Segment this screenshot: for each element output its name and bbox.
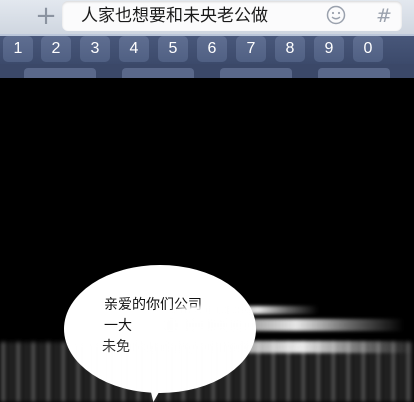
number-key[interactable]: 9 [314,36,344,62]
letter-key-row [0,64,414,78]
plus-button[interactable]: + [33,2,59,30]
number-key[interactable]: 0 [353,36,383,62]
speed-line [168,306,318,314]
number-key-row: 1 2 3 4 5 6 7 8 9 0 [0,36,414,64]
number-key[interactable]: 6 [197,36,227,62]
message-input[interactable]: 人家也想要和未央老公做 # [62,1,402,31]
speed-line [134,319,404,331]
hashtag-button[interactable]: # [373,4,395,28]
number-key[interactable]: 3 [80,36,110,62]
chat-input-bar: + 人家也想要和未央老公做 # [0,0,414,34]
number-key[interactable]: 2 [41,36,71,62]
number-key[interactable]: 5 [158,36,188,62]
comic-panel: + 人家也想要和未央老公做 # 1 2 3 4 5 6 7 8 9 0 亲爱的你… [0,0,414,402]
motion-blur-overlay [0,342,414,402]
letter-key[interactable] [122,68,194,78]
letter-key[interactable] [318,68,390,78]
number-key[interactable]: 1 [3,36,33,62]
message-text: 人家也想要和未央老公做 [81,6,268,26]
number-key[interactable]: 7 [236,36,266,62]
emoji-icon[interactable] [326,5,346,25]
letter-key[interactable] [220,68,292,78]
phone-keyboard-panel: + 人家也想要和未央老公做 # 1 2 3 4 5 6 7 8 9 0 [0,0,414,78]
number-key[interactable]: 8 [275,36,305,62]
letter-key[interactable] [24,68,96,78]
number-key[interactable]: 4 [119,36,149,62]
bubble-text-line: 一大 [104,318,132,334]
